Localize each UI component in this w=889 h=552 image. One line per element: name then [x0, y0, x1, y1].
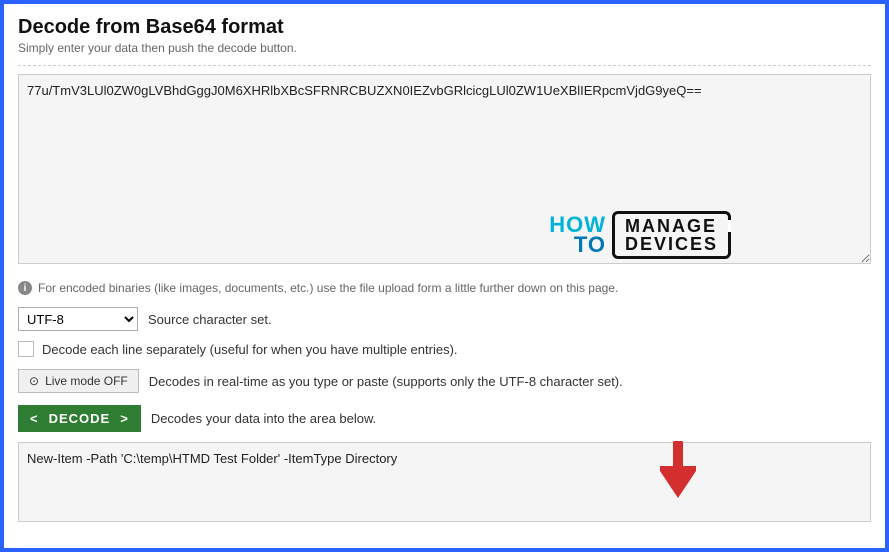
page-title: Decode from Base64 format	[18, 16, 871, 39]
live-mode-button[interactable]: ⊙ Live mode OFF	[18, 369, 139, 393]
encoded-input[interactable]	[18, 74, 871, 264]
chevron-right-icon: >	[120, 411, 129, 426]
info-icon: i	[18, 281, 32, 295]
separator	[18, 65, 871, 66]
toggle-icon: ⊙	[29, 374, 39, 388]
decoded-output[interactable]: New-Item -Path 'C:\temp\HTMD Test Folder…	[18, 442, 871, 522]
chevron-left-icon: <	[30, 411, 39, 426]
page-subtitle: Simply enter your data then push the dec…	[18, 41, 871, 55]
separate-lines-label: Decode each line separately (useful for …	[42, 342, 458, 357]
separate-lines-checkbox[interactable]	[18, 341, 34, 357]
charset-select[interactable]: UTF-8	[18, 307, 138, 331]
decode-button[interactable]: < DECODE >	[18, 405, 141, 432]
decode-desc: Decodes your data into the area below.	[151, 411, 376, 426]
live-mode-desc: Decodes in real-time as you type or past…	[149, 374, 623, 389]
charset-label: Source character set.	[148, 312, 272, 327]
binary-hint: For encoded binaries (like images, docum…	[38, 281, 618, 295]
